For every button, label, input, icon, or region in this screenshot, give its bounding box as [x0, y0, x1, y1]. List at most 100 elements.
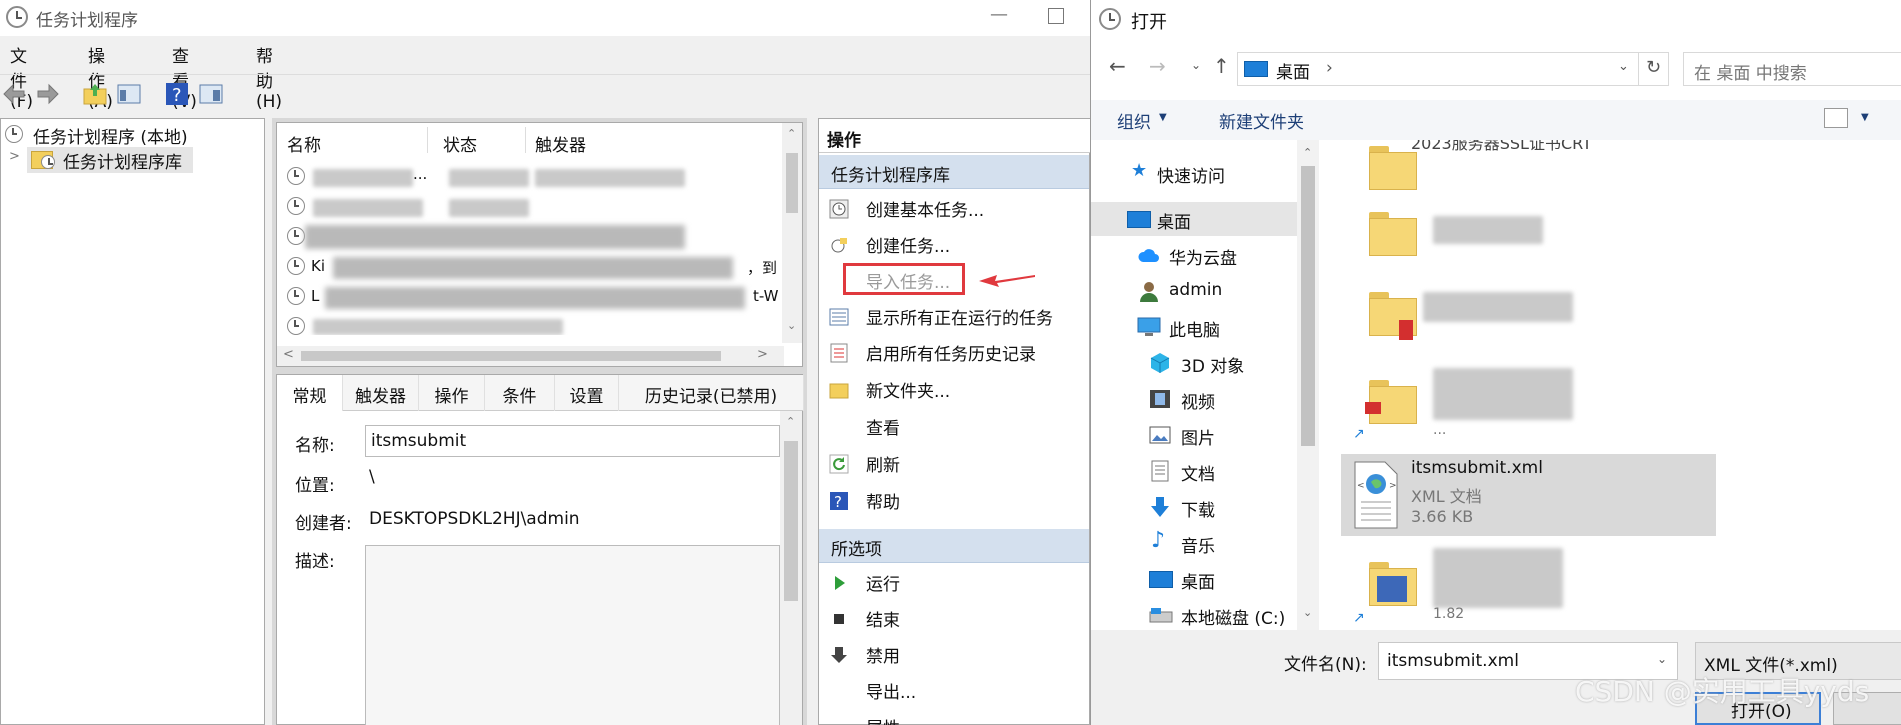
table-row[interactable]	[277, 313, 777, 335]
action-disable[interactable]: 禁用	[819, 637, 1089, 671]
tab-general[interactable]: 常规	[277, 375, 343, 411]
vertical-scrollbar[interactable]: ⌃	[780, 411, 802, 725]
running-tasks-icon	[829, 308, 849, 326]
table-row[interactable]: L t-W	[277, 283, 802, 313]
refresh-icon[interactable]: ↻	[1646, 57, 1661, 78]
vertical-scrollbar[interactable]: ⌃ ⌄	[782, 123, 802, 343]
details-tabs: 常规 触发器 操作 条件 设置 历史记录(已禁用)	[277, 375, 804, 411]
action-help[interactable]: ? 帮助	[819, 483, 1089, 517]
nav-music[interactable]: ♪ 音乐	[1091, 526, 1291, 560]
table-row[interactable]	[277, 193, 777, 223]
search-placeholder: 在 桌面 中搜索	[1694, 64, 1807, 84]
tree-root-label[interactable]: 任务计划程序 (本地)	[33, 123, 188, 148]
column-header-name[interactable]: 名称	[287, 131, 321, 156]
minimize-icon[interactable]: —	[990, 4, 1008, 25]
chevron-down-icon[interactable]: ⌄	[787, 319, 796, 332]
action-properties[interactable]: 属性	[819, 709, 1089, 725]
action-export[interactable]: 导出...	[819, 673, 1089, 707]
table-row[interactable]: ...	[277, 163, 777, 193]
action-create-basic-task[interactable]: 创建基本任务...	[819, 191, 1089, 225]
nav-desktop-selected[interactable]: 桌面	[1091, 202, 1297, 236]
tab-actions[interactable]: 操作	[419, 375, 485, 411]
chevron-down-icon[interactable]: ⌄	[1618, 59, 1629, 74]
action-create-task[interactable]: 创建任务...	[819, 227, 1089, 261]
chevron-right-icon[interactable]: ›	[1326, 58, 1333, 78]
list-item[interactable]: ↗ 1.82	[1323, 544, 1723, 630]
chevron-down-icon[interactable]: ▼	[1861, 112, 1869, 123]
section-library[interactable]: 任务计划程序库	[819, 155, 1089, 189]
nav-3d-objects[interactable]: 3D 对象	[1091, 346, 1291, 380]
drive-icon	[1149, 608, 1173, 623]
forward-arrow-icon[interactable]	[34, 81, 60, 107]
table-row[interactable]: Ki ，到	[277, 253, 802, 283]
scrollbar-thumb[interactable]	[784, 441, 798, 601]
action-new-folder[interactable]: 新文件夹...	[819, 372, 1089, 406]
scrollbar-thumb[interactable]	[786, 153, 798, 213]
list-item[interactable]: 2023服务器SSL证书CRT	[1323, 140, 1723, 190]
tree-item-library[interactable]: 任务计划程序库	[27, 147, 193, 173]
name-field[interactable]: itsmsubmit	[365, 425, 780, 457]
action-end[interactable]: 结束	[819, 601, 1089, 635]
action-show-running[interactable]: 显示所有正在运行的任务	[819, 299, 1089, 333]
table-row[interactable]	[277, 223, 777, 253]
back-arrow-icon[interactable]: ←	[1109, 54, 1126, 78]
nav-documents[interactable]: 文档	[1091, 454, 1291, 488]
back-arrow-icon[interactable]	[2, 81, 28, 107]
column-header-status[interactable]: 状态	[443, 131, 477, 156]
new-folder-button[interactable]: 新建文件夹	[1219, 108, 1304, 133]
chevron-right-icon[interactable]: >	[757, 347, 768, 362]
nav-local-disk[interactable]: 本地磁盘 (C:)	[1091, 598, 1291, 630]
chevron-up-icon[interactable]: ⌃	[1303, 146, 1312, 159]
nav-huawei-cloud[interactable]: 华为云盘	[1091, 238, 1291, 272]
chevron-up-icon[interactable]: ⌃	[787, 127, 796, 140]
up-arrow-icon[interactable]: ↑	[1213, 54, 1230, 78]
horizontal-scrollbar[interactable]: < >	[277, 346, 784, 366]
actions-header-label: 操作	[827, 131, 861, 151]
nav-quick-access[interactable]: ★ 快速访问	[1091, 156, 1291, 190]
chevron-up-icon[interactable]: ⌃	[786, 415, 795, 428]
nav-desktop[interactable]: 桌面	[1091, 562, 1291, 596]
action-refresh[interactable]: 刷新	[819, 446, 1089, 480]
description-field[interactable]	[365, 545, 780, 725]
address-bar[interactable]: 桌面 › ⌄ ↻	[1237, 52, 1669, 86]
show-action-pane-icon[interactable]	[198, 81, 224, 107]
tab-conditions[interactable]: 条件	[485, 375, 555, 411]
section-selected[interactable]: 所选项	[819, 529, 1089, 563]
help-icon[interactable]: ?	[164, 81, 190, 107]
up-folder-icon[interactable]	[82, 81, 108, 107]
search-input[interactable]: 在 桌面 中搜索	[1683, 52, 1901, 86]
chevron-left-icon[interactable]: <	[283, 347, 294, 362]
music-note-icon: ♪	[1151, 528, 1166, 553]
filename-label: 文件名(N):	[1284, 655, 1367, 675]
list-item[interactable]: ↗ ...	[1323, 368, 1723, 448]
forward-arrow-icon[interactable]: →	[1149, 54, 1166, 78]
view-options-icon[interactable]	[1824, 108, 1848, 128]
tree-item-label: 任务计划程序库	[63, 153, 182, 173]
chevron-down-icon[interactable]: ▼	[1159, 112, 1167, 123]
nav-pictures[interactable]: 图片	[1091, 418, 1291, 452]
organize-button[interactable]: 组织	[1117, 108, 1151, 133]
tab-settings[interactable]: 设置	[555, 375, 619, 411]
chevron-down-icon[interactable]: ⌄	[1303, 606, 1312, 619]
column-header-trigger[interactable]: 触发器	[535, 131, 586, 156]
tab-history[interactable]: 历史记录(已禁用)	[619, 375, 804, 411]
scrollbar-thumb[interactable]	[301, 351, 721, 361]
recent-dropdown-icon[interactable]: ⌄	[1191, 58, 1201, 72]
list-item[interactable]	[1323, 280, 1723, 360]
nav-this-pc[interactable]: 此电脑	[1091, 310, 1291, 344]
chevron-down-icon[interactable]: ⌄	[1657, 652, 1667, 666]
maximize-icon[interactable]	[1048, 8, 1064, 24]
list-item-selected[interactable]: < > itsmsubmit.xml XML 文档 3.66 KB	[1341, 454, 1716, 536]
nav-videos[interactable]: 视频	[1091, 382, 1291, 416]
action-view[interactable]: 查看	[819, 409, 1089, 443]
nav-downloads[interactable]: 下载	[1091, 490, 1291, 524]
action-enable-history[interactable]: 启用所有任务历史记录	[819, 335, 1089, 369]
action-run[interactable]: 运行	[819, 565, 1089, 599]
list-item[interactable]	[1323, 200, 1723, 270]
scrollbar-thumb[interactable]	[1301, 166, 1315, 446]
navigation-scrollbar[interactable]: ⌃ ⌄	[1297, 140, 1319, 630]
chevron-right-icon[interactable]: >	[9, 149, 20, 164]
show-hide-tree-icon[interactable]	[116, 81, 142, 107]
nav-admin[interactable]: admin	[1091, 274, 1291, 308]
tab-triggers[interactable]: 触发器	[343, 375, 419, 411]
